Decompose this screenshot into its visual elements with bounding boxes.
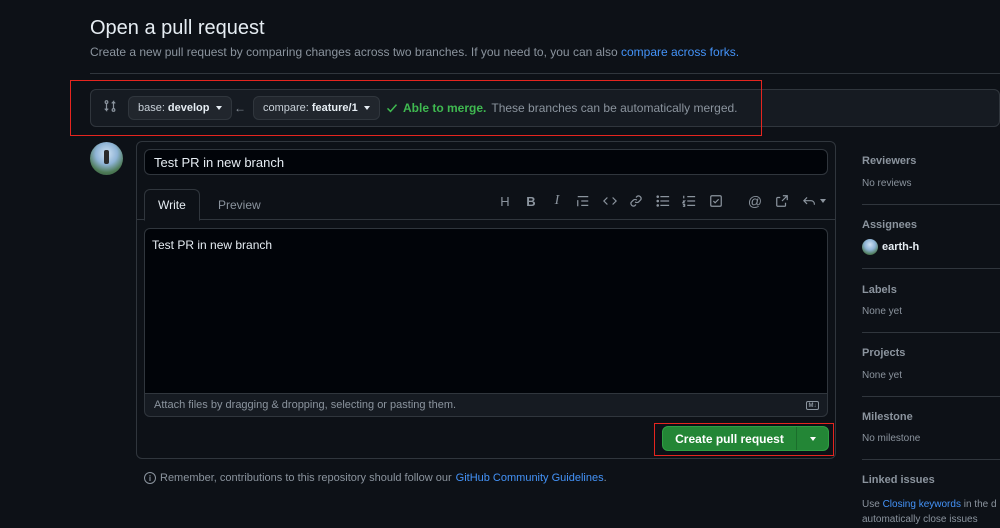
assignees-heading[interactable]: Assignees <box>862 219 917 231</box>
pr-body-textarea[interactable]: Test PR in new branch <box>144 228 828 393</box>
notice-end: . <box>603 472 607 484</box>
header-divider <box>90 73 1000 74</box>
labels-heading[interactable]: Labels <box>862 284 897 296</box>
linked-post: in the d <box>963 499 997 510</box>
markdown-icon[interactable]: M↓ <box>806 401 819 410</box>
projects-heading[interactable]: Projects <box>862 347 905 359</box>
attach-files-bar[interactable]: Attach files by dragging & dropping, sel… <box>144 393 828 417</box>
sidebar-divider <box>862 396 1000 397</box>
reviewers-heading[interactable]: Reviewers <box>862 155 916 167</box>
undo-icon[interactable] <box>801 193 827 209</box>
highlight-box-compare <box>70 80 762 136</box>
page-subtitle: Create a new pull request by comparing c… <box>90 45 739 59</box>
unordered-list-icon[interactable] <box>655 193 671 209</box>
tab-write[interactable]: Write <box>144 189 200 221</box>
avatar[interactable] <box>90 142 123 175</box>
code-icon[interactable] <box>602 193 618 209</box>
page-title: Open a pull request <box>90 17 265 39</box>
community-guidelines-link[interactable]: GitHub Community Guidelines <box>456 472 604 484</box>
labels-value: None yet <box>862 306 903 317</box>
heading-icon[interactable]: H <box>497 193 513 209</box>
italic-icon[interactable]: I <box>549 193 565 209</box>
subtitle-text: Create a new pull request by comparing c… <box>90 45 618 59</box>
chevron-down-icon <box>819 199 826 203</box>
reference-icon[interactable] <box>774 193 790 209</box>
bold-icon[interactable]: B <box>523 193 539 209</box>
highlight-box-create <box>654 423 834 456</box>
projects-value: None yet <box>862 370 903 381</box>
notice-text: Remember, contributions to this reposito… <box>160 472 452 484</box>
linked-line2: automatically close issues <box>862 514 978 525</box>
assignee-item[interactable]: earth-h <box>862 239 919 255</box>
linked-issues-heading: Linked issues <box>862 474 935 486</box>
linked-pre: Use <box>862 499 880 510</box>
closing-keywords-link[interactable]: Closing keywords <box>883 499 961 510</box>
compare-forks-link[interactable]: compare across forks. <box>621 45 739 59</box>
linked-issues-text: Use Closing keywords in the d automatica… <box>862 497 1000 527</box>
pr-title-input[interactable] <box>144 149 828 175</box>
sidebar-divider <box>862 204 1000 205</box>
sidebar-divider <box>862 459 1000 460</box>
mention-icon[interactable]: @ <box>747 193 763 209</box>
assignee-name: earth-h <box>882 241 920 253</box>
link-icon[interactable] <box>628 193 644 209</box>
avatar <box>862 239 878 255</box>
milestone-heading[interactable]: Milestone <box>862 411 913 423</box>
sidebar-divider <box>862 332 1000 333</box>
sidebar-divider <box>862 268 1000 269</box>
task-list-icon[interactable] <box>708 193 724 209</box>
contribution-notice: i Remember, contributions to this reposi… <box>144 472 607 484</box>
tab-preview[interactable]: Preview <box>205 189 274 221</box>
reviewers-value: No reviews <box>862 178 912 189</box>
info-icon: i <box>144 472 156 484</box>
ordered-list-icon[interactable] <box>681 193 697 209</box>
quote-icon[interactable] <box>575 193 591 209</box>
milestone-value: No milestone <box>862 433 921 444</box>
